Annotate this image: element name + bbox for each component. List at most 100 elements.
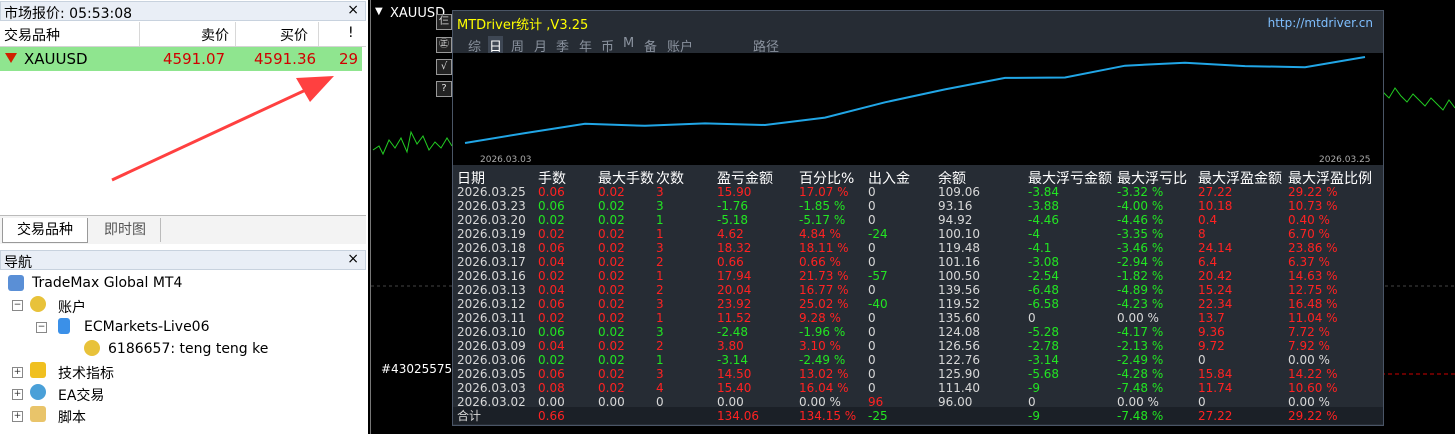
- table-cell: 20.42: [1198, 269, 1233, 283]
- market-watch-tabs: 交易品种 即时图: [0, 215, 366, 244]
- close-icon[interactable]: ×: [347, 251, 359, 267]
- table-cell: 0.40 %: [1288, 213, 1330, 227]
- table-cell: -4.23 %: [1117, 297, 1164, 311]
- tab-tick-chart[interactable]: 即时图: [90, 218, 161, 242]
- table-cell: 0: [868, 185, 876, 199]
- table-cell: -5.68: [1028, 367, 1060, 381]
- table-cell: 7.92 %: [1288, 339, 1330, 353]
- tree-scripts[interactable]: 脚本: [58, 407, 86, 427]
- table-cell: -4.1: [1028, 241, 1052, 255]
- table-cell: -2.49 %: [799, 353, 846, 367]
- total-cell: 0.66: [538, 409, 565, 423]
- expand-icon[interactable]: +: [12, 389, 23, 400]
- table-cell: 18.32: [717, 241, 752, 255]
- table-cell: 17.94: [717, 269, 752, 283]
- table-cell: 0: [868, 241, 876, 255]
- table-cell: 2026.03.17: [457, 255, 526, 269]
- toolbar-button[interactable]: 仨: [436, 14, 452, 30]
- tree-account[interactable]: 6186657: teng teng ke: [108, 341, 268, 357]
- mtdriver-url[interactable]: http://mtdriver.cn: [1268, 16, 1373, 30]
- table-cell: 0.06: [538, 367, 565, 381]
- table-cell: 2026.03.03: [457, 381, 526, 395]
- table-cell: 2: [656, 255, 664, 269]
- table-cell: 0.02: [598, 367, 625, 381]
- server-icon: [58, 318, 70, 334]
- table-cell: 24.14: [1198, 241, 1233, 255]
- table-cell: 0.02: [598, 227, 625, 241]
- table-cell: 0.4: [1198, 213, 1218, 227]
- table-cell: 0: [868, 199, 876, 213]
- table-cell: -3.35 %: [1117, 227, 1164, 241]
- table-cell: -4.28 %: [1117, 367, 1164, 381]
- table-cell: 0.66 %: [799, 255, 841, 269]
- table-cell: 3: [656, 185, 664, 199]
- expand-icon[interactable]: +: [12, 367, 23, 378]
- navigator-title: 导航: [4, 255, 32, 271]
- total-cell: -9: [1028, 409, 1040, 423]
- table-cell: 0.02: [538, 269, 565, 283]
- scripts-icon: [30, 406, 46, 422]
- tree-ea[interactable]: EA交易: [58, 385, 104, 405]
- table-cell: 6.70 %: [1288, 227, 1330, 241]
- collapse-icon[interactable]: −: [36, 322, 47, 333]
- navigator-titlebar[interactable]: 导航 ×: [0, 250, 366, 271]
- table-cell: 100.10: [938, 227, 980, 241]
- table-cell: -3.84: [1028, 185, 1060, 199]
- table-cell: 16.48 %: [1288, 297, 1338, 311]
- annotation-arrow: [111, 76, 334, 182]
- table-cell: 2026.03.13: [457, 283, 526, 297]
- table-cell: -3.46 %: [1117, 241, 1164, 255]
- tree-root[interactable]: TradeMax Global MT4: [32, 275, 182, 291]
- table-cell: -3.32 %: [1117, 185, 1164, 199]
- curve-start-label: 2026.03.03: [480, 155, 532, 165]
- table-cell: -40: [868, 297, 888, 311]
- total-cell: 合计: [457, 409, 482, 423]
- total-cell: -7.48 %: [1117, 409, 1164, 423]
- table-cell: 125.90: [938, 367, 980, 381]
- total-cell: -25: [868, 409, 888, 423]
- table-cell: 2026.03.12: [457, 297, 526, 311]
- table-cell: -6.58: [1028, 297, 1060, 311]
- table-cell: -1.85 %: [799, 199, 846, 213]
- toolbar-button[interactable]: ㊣: [436, 37, 452, 53]
- total-cell: 134.15 %: [799, 409, 857, 423]
- expand-icon[interactable]: +: [12, 411, 23, 422]
- table-cell: 0.02: [538, 353, 565, 367]
- table-cell: 15.84: [1198, 367, 1233, 381]
- table-cell: 2: [656, 339, 664, 353]
- table-cell: -57: [868, 269, 888, 283]
- tree-accounts[interactable]: 账户: [58, 297, 86, 317]
- table-cell: 0.02: [598, 297, 625, 311]
- table-cell: 3: [656, 297, 664, 311]
- tree-server[interactable]: ECMarkets-Live06: [84, 319, 210, 335]
- table-cell: 0: [868, 213, 876, 227]
- table-cell: 10.18: [1198, 199, 1233, 213]
- total-cell: 29.22 %: [1288, 409, 1338, 423]
- tab-symbols[interactable]: 交易品种: [2, 218, 88, 243]
- table-cell: 0.06: [538, 199, 565, 213]
- table-cell: 2026.03.10: [457, 325, 526, 339]
- table-cell: 11.52: [717, 311, 752, 325]
- table-cell: 3.80: [717, 339, 744, 353]
- table-cell: 0.02: [598, 185, 625, 199]
- table-cell: 0.02: [598, 381, 625, 395]
- table-cell: 0.02: [598, 213, 625, 227]
- checkmark-button[interactable]: √: [436, 59, 452, 75]
- table-cell: 126.56: [938, 339, 980, 353]
- collapse-icon[interactable]: −: [12, 300, 23, 311]
- table-cell: 2: [656, 283, 664, 297]
- table-cell: -3.14: [717, 353, 749, 367]
- table-cell: 14.50: [717, 367, 752, 381]
- table-cell: -7.48 %: [1117, 381, 1164, 395]
- table-cell: 6.4: [1198, 255, 1218, 269]
- table-cell: 94.92: [938, 213, 973, 227]
- table-cell: -5.18: [717, 213, 749, 227]
- tab-magic[interactable]: M: [623, 36, 634, 51]
- table-cell: -24: [868, 227, 888, 241]
- table-cell: -6.48: [1028, 283, 1060, 297]
- total-cell: 27.22: [1198, 409, 1233, 423]
- help-button[interactable]: ?: [436, 81, 452, 97]
- mtdriver-title: MTDriver统计 ,V3.25: [457, 18, 589, 33]
- table-cell: 2026.03.16: [457, 269, 526, 283]
- tree-indicators[interactable]: 技术指标: [58, 363, 114, 383]
